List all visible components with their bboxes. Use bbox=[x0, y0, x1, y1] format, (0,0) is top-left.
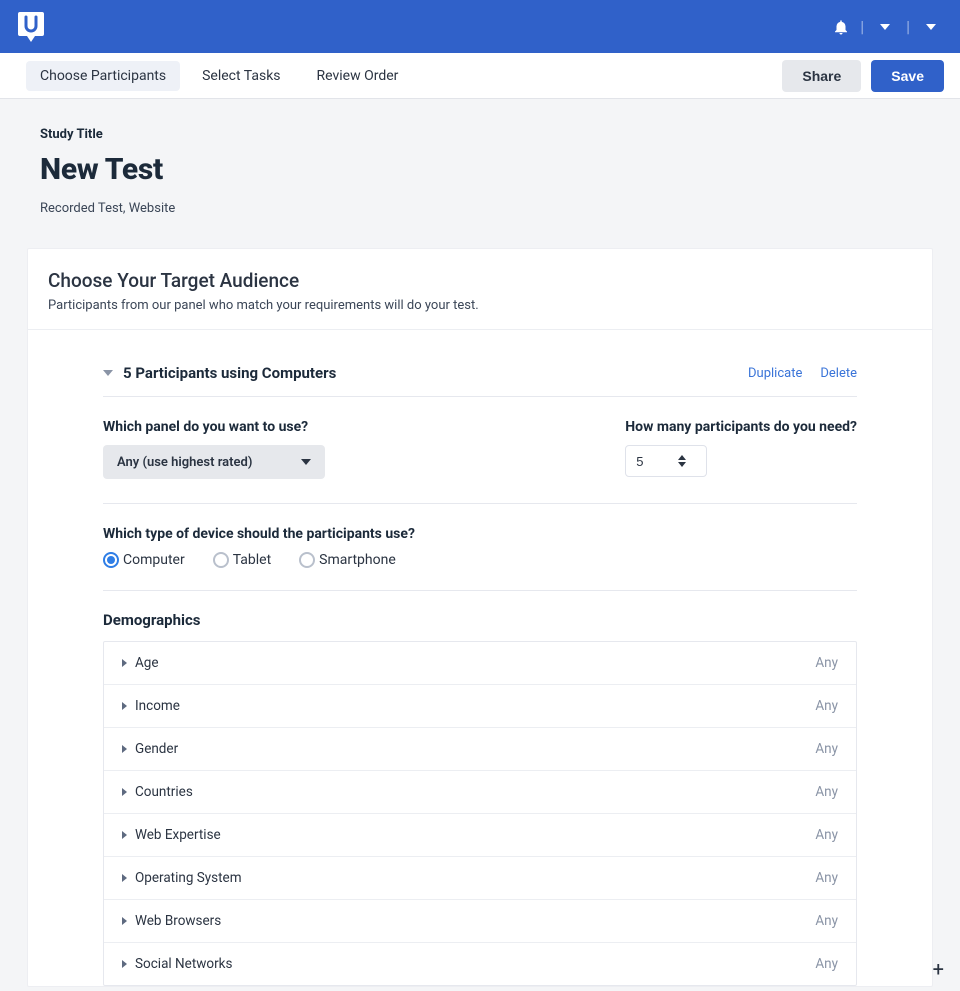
chevron-down-icon bbox=[103, 370, 113, 376]
topbar-divider: | bbox=[906, 17, 910, 36]
chevron-right-icon bbox=[122, 702, 127, 710]
device-radio-label: Tablet bbox=[233, 552, 271, 568]
device-radio-label: Computer bbox=[123, 552, 185, 568]
device-radio-tablet[interactable]: Tablet bbox=[213, 552, 271, 568]
demographic-label: Social Networks bbox=[135, 956, 232, 972]
workflow-bar: Choose Participants Select Tasks Review … bbox=[0, 53, 960, 99]
demographic-label: Income bbox=[135, 698, 180, 714]
demographic-value: Any bbox=[815, 913, 838, 929]
demographic-label: Gender bbox=[135, 741, 178, 757]
card-subtitle: Participants from our panel who match yo… bbox=[48, 298, 912, 313]
panel-select-value: Any (use highest rated) bbox=[117, 455, 252, 470]
count-field: How many participants do you need? bbox=[625, 419, 857, 479]
demographic-value: Any bbox=[815, 698, 838, 714]
chevron-right-icon bbox=[122, 874, 127, 882]
audience-accordion-header[interactable]: 5 Participants using Computers Duplicate… bbox=[103, 354, 857, 397]
participant-count-input[interactable] bbox=[625, 445, 707, 477]
demographic-value: Any bbox=[815, 784, 838, 800]
demographic-label: Age bbox=[135, 655, 159, 671]
device-radio-label: Smartphone bbox=[319, 552, 396, 568]
share-button[interactable]: Share bbox=[782, 60, 861, 92]
radio-icon bbox=[213, 552, 229, 568]
panel-field: Which panel do you want to use? Any (use… bbox=[103, 419, 325, 479]
delete-link[interactable]: Delete bbox=[820, 366, 857, 381]
topbar-divider: | bbox=[860, 17, 864, 36]
brand-logo[interactable] bbox=[18, 12, 44, 42]
count-step-down[interactable] bbox=[678, 462, 686, 467]
study-title[interactable]: New Test bbox=[40, 152, 920, 187]
study-meta: Recorded Test, Website bbox=[40, 201, 920, 216]
duplicate-link[interactable]: Duplicate bbox=[748, 366, 802, 381]
demographics-list: AgeAnyIncomeAnyGenderAnyCountriesAnyWeb … bbox=[103, 641, 857, 986]
demographic-row-social-networks[interactable]: Social Networks Any bbox=[104, 943, 856, 985]
count-input[interactable] bbox=[626, 454, 678, 469]
count-label: How many participants do you need? bbox=[625, 419, 857, 435]
demographic-value: Any bbox=[815, 655, 838, 671]
demographic-row-operating-system[interactable]: Operating System Any bbox=[104, 857, 856, 900]
device-field: Which type of device should the particip… bbox=[103, 526, 857, 591]
topbar-menu-1[interactable] bbox=[874, 24, 896, 30]
demographic-value: Any bbox=[815, 956, 838, 972]
device-label: Which type of device should the particip… bbox=[103, 526, 857, 542]
panel-label: Which panel do you want to use? bbox=[103, 419, 325, 435]
tab-select-tasks[interactable]: Select Tasks bbox=[188, 61, 294, 91]
audience-card: Choose Your Target Audience Participants… bbox=[27, 248, 933, 987]
tab-choose-participants[interactable]: Choose Participants bbox=[26, 61, 180, 91]
demographic-label: Countries bbox=[135, 784, 193, 800]
topbar-menu-2[interactable] bbox=[920, 24, 942, 30]
demographic-row-web-expertise[interactable]: Web Expertise Any bbox=[104, 814, 856, 857]
chevron-right-icon bbox=[122, 917, 127, 925]
demographic-row-income[interactable]: Income Any bbox=[104, 685, 856, 728]
demographic-label: Web Browsers bbox=[135, 913, 221, 929]
chevron-right-icon bbox=[122, 745, 127, 753]
panel-select[interactable]: Any (use highest rated) bbox=[103, 445, 325, 479]
study-header: Study Title New Test Recorded Test, Webs… bbox=[0, 99, 960, 238]
device-radio-smartphone[interactable]: Smartphone bbox=[299, 552, 396, 568]
demographic-row-age[interactable]: Age Any bbox=[104, 642, 856, 685]
demographic-label: Operating System bbox=[135, 870, 242, 886]
chevron-right-icon bbox=[122, 831, 127, 839]
save-button[interactable]: Save bbox=[871, 60, 944, 92]
audience-summary: 5 Participants using Computers bbox=[123, 364, 336, 382]
radio-icon bbox=[103, 552, 119, 568]
card-title: Choose Your Target Audience bbox=[48, 269, 912, 292]
count-step-up[interactable] bbox=[678, 455, 686, 460]
tab-review-order[interactable]: Review Order bbox=[303, 61, 413, 91]
notifications-icon[interactable] bbox=[832, 18, 850, 36]
demographic-row-countries[interactable]: Countries Any bbox=[104, 771, 856, 814]
study-label: Study Title bbox=[40, 127, 920, 142]
demographic-row-gender[interactable]: Gender Any bbox=[104, 728, 856, 771]
demographic-value: Any bbox=[815, 827, 838, 843]
chevron-down-icon bbox=[301, 459, 311, 465]
demographic-row-web-browsers[interactable]: Web Browsers Any bbox=[104, 900, 856, 943]
demographic-label: Web Expertise bbox=[135, 827, 221, 843]
chevron-right-icon bbox=[122, 960, 127, 968]
demographic-value: Any bbox=[815, 741, 838, 757]
workflow-tabs: Choose Participants Select Tasks Review … bbox=[8, 61, 412, 91]
chevron-right-icon bbox=[122, 659, 127, 667]
device-radio-computer[interactable]: Computer bbox=[103, 552, 185, 568]
add-button[interactable]: + bbox=[933, 957, 944, 981]
radio-icon bbox=[299, 552, 315, 568]
topbar: | | bbox=[0, 0, 960, 53]
demographic-value: Any bbox=[815, 870, 838, 886]
demographics-title: Demographics bbox=[103, 611, 857, 629]
chevron-right-icon bbox=[122, 788, 127, 796]
